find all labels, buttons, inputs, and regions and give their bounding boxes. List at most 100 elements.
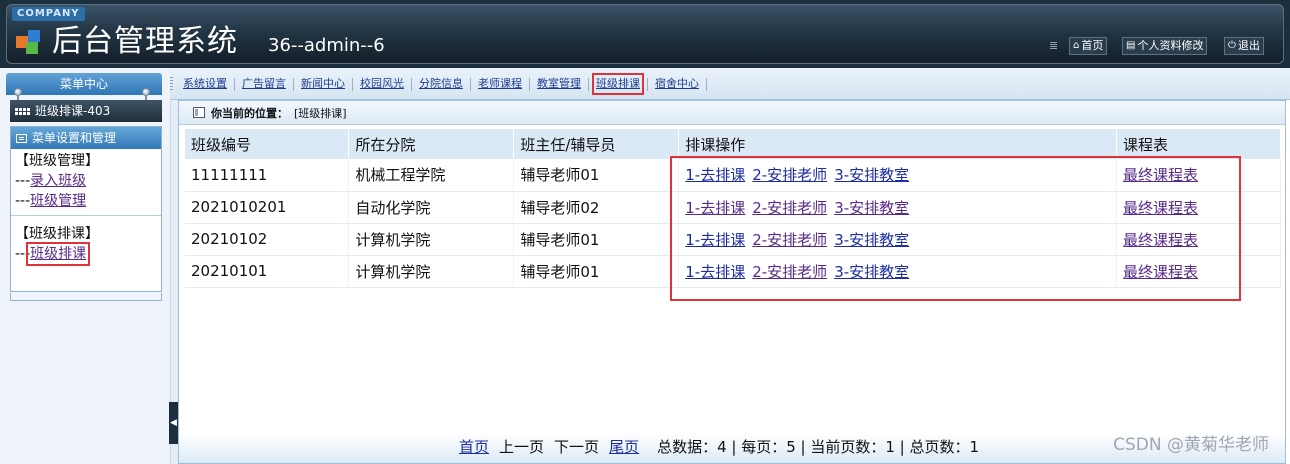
assign-teacher-link[interactable]: 2-安排老师	[752, 263, 827, 281]
sidebar-link-class-management[interactable]: 班级管理	[30, 193, 86, 209]
cell-college: 机械工程学院	[348, 159, 515, 192]
final-timetable-link[interactable]: 最终课程表	[1123, 263, 1198, 281]
menu-group-title: 【班级管理】	[15, 153, 99, 169]
logout-button-label: 退出	[1237, 39, 1260, 52]
cell-counselor: 辅导老师01	[513, 223, 680, 256]
cell-timetable: 最终课程表	[1116, 255, 1281, 288]
logout-button[interactable]: ⏻ 退出	[1224, 37, 1264, 55]
profile-edit-button-label: 个人资料修改	[1137, 39, 1204, 52]
nav-item-college-info[interactable]: 分院信息	[419, 77, 463, 91]
menu-link-row: ---录入班级	[15, 173, 87, 189]
nav-item-news-center[interactable]: 新闻中心	[301, 77, 345, 91]
cell-college: 计算机学院	[348, 255, 515, 288]
cell-actions: 1-去排课 2-安排老师 3-安排教室	[678, 159, 1118, 192]
column-header-schedule-actions: 排课操作	[678, 129, 1118, 159]
nav-divider	[293, 77, 294, 91]
cell-actions: 1-去排课 2-安排老师 3-安排教室	[678, 255, 1118, 288]
cell-college: 计算机学院	[348, 223, 515, 256]
table-row: 20210102 计算机学院 辅导老师01 1-去排课 2-安排老师 3-安排教室 …	[185, 223, 1281, 256]
menu-box-header: 菜单设置和管理	[11, 127, 161, 149]
nav-divider	[706, 77, 707, 91]
pager-last-link[interactable]: 尾页	[609, 436, 639, 457]
nav-divider	[588, 77, 589, 91]
assign-classroom-link[interactable]: 3-安排教室	[834, 166, 909, 184]
cell-counselor: 辅导老师02	[513, 191, 680, 224]
collapse-sidebar-icon[interactable]: ◀	[169, 402, 178, 444]
cell-counselor: 辅导老师01	[513, 255, 680, 288]
menu-link-row: ---班级排课	[15, 242, 91, 266]
sidebar-link-add-class[interactable]: 录入班级	[30, 173, 86, 189]
cell-class-id: 20210102	[185, 223, 350, 256]
column-header-college: 所在分院	[348, 129, 515, 159]
menu-box-footer	[10, 293, 162, 301]
assign-classroom-link[interactable]: 3-安排教室	[834, 263, 909, 281]
final-timetable-link[interactable]: 最终课程表	[1123, 199, 1198, 217]
pagination: 首页 上一页 下一页 尾页 总数据：4 | 每页：5 | 当前页数：1 | 总页…	[459, 436, 979, 457]
watermark: CSDN @黄菊华老师	[1113, 435, 1269, 455]
pager-stats: 总数据：4 | 每页：5 | 当前页数：1 | 总页数：1	[657, 438, 980, 456]
nav-item-ads-messages[interactable]: 广告留言	[242, 77, 286, 91]
cell-actions: 1-去排课 2-安排老师 3-安排教室	[678, 191, 1118, 224]
table-row: 11111111 机械工程学院 辅导老师01 1-去排课 2-安排老师 3-安排教室…	[185, 159, 1281, 192]
nav-item-campus-scenery[interactable]: 校园风光	[360, 77, 404, 91]
cell-class-id: 11111111	[185, 159, 350, 192]
grid-icon	[15, 107, 30, 115]
logo-cubes-icon	[16, 30, 40, 54]
pager-next-label: 下一页	[554, 438, 600, 456]
column-header-class-id: 班级编号	[185, 129, 350, 159]
window-icon	[193, 107, 205, 118]
company-badge: COMPANY	[12, 7, 85, 21]
class-schedule-table: 班级编号 所在分院 班主任/辅导员 排课操作 课程表 11111111 机械工程…	[185, 129, 1281, 288]
cell-timetable: 最终课程表	[1116, 159, 1281, 192]
schedule-course-link[interactable]: 1-去排课	[685, 231, 745, 249]
schedule-course-link[interactable]: 1-去排课	[685, 263, 745, 281]
table-row: 2021010201 自动化学院 辅导老师02 1-去排课 2-安排老师 3-安排教…	[185, 191, 1281, 224]
assign-classroom-link[interactable]: 3-安排教室	[834, 231, 909, 249]
final-timetable-link[interactable]: 最终课程表	[1123, 231, 1198, 249]
cell-timetable: 最终课程表	[1116, 223, 1281, 256]
pager-first-link[interactable]: 首页	[459, 436, 489, 457]
nav-items: 系统设置 广告留言 新闻中心 校园风光 分院信息 老师课程 教室管理 班级排课 …	[183, 73, 714, 95]
menu-group-class-management: 【班级管理】 ---录入班级 ---班级管理	[11, 149, 161, 215]
cell-actions: 1-去排课 2-安排老师 3-安排教室	[678, 223, 1118, 256]
menu-icon	[16, 133, 27, 143]
nav-item-class-scheduling[interactable]: 班级排课	[592, 73, 644, 95]
main-content: 你当前的位置： [班级排课] 班级编号 所在分院 班主任/辅导员 排课操作 课程…	[178, 100, 1286, 464]
menu-divider	[11, 215, 161, 216]
cell-timetable: 最终课程表	[1116, 191, 1281, 224]
profile-edit-button[interactable]: ▤ 个人资料修改	[1122, 37, 1208, 55]
table-row: 20210101 计算机学院 辅导老师01 1-去排课 2-安排老师 3-安排教室 …	[185, 255, 1281, 288]
user-info: 36--admin--6	[268, 35, 385, 56]
nav-divider	[352, 77, 353, 91]
assign-teacher-link[interactable]: 2-安排老师	[752, 166, 827, 184]
menu-group-class-scheduling: 【班级排课】 ---班级排课	[11, 224, 161, 268]
module-tab-label: 班级排课-403	[35, 104, 111, 118]
nav-item-dormitory-center[interactable]: 宿舍中心	[655, 77, 699, 91]
breadcrumb-label: 你当前的位置：	[211, 106, 288, 120]
pager-prev-label: 上一页	[499, 438, 545, 456]
sidebar: 菜单中心 班级排课-403 菜单设置和管理 【班级管理】 ---录入班级 ---…	[0, 68, 170, 464]
column-header-counselor: 班主任/辅导员	[513, 129, 680, 159]
profile-icon: ▤	[1126, 40, 1136, 51]
nav-item-teacher-courses[interactable]: 老师课程	[478, 77, 522, 91]
assign-classroom-link[interactable]: 3-安排教室	[834, 199, 909, 217]
cell-college: 自动化学院	[348, 191, 515, 224]
nav-divider	[647, 77, 648, 91]
breadcrumb: 你当前的位置： [班级排课]	[179, 101, 1285, 125]
module-tab[interactable]: 班级排课-403	[10, 100, 162, 122]
schedule-course-link[interactable]: 1-去排课	[685, 166, 745, 184]
home-button[interactable]: ⌂ 首页	[1069, 37, 1108, 55]
assign-teacher-link[interactable]: 2-安排老师	[752, 199, 827, 217]
menu-center-title: 菜单中心	[6, 73, 162, 95]
nav-divider	[470, 77, 471, 91]
power-icon: ⏻	[1228, 40, 1236, 51]
final-timetable-link[interactable]: 最终课程表	[1123, 166, 1198, 184]
cell-counselor: 辅导老师01	[513, 159, 680, 192]
nav-item-system-settings[interactable]: 系统设置	[183, 77, 227, 91]
nav-divider	[234, 77, 235, 91]
nav-item-classroom-management[interactable]: 教室管理	[537, 77, 581, 91]
sidebar-link-class-scheduling[interactable]: 班级排课	[26, 242, 91, 266]
assign-teacher-link[interactable]: 2-安排老师	[752, 231, 827, 249]
menu-group-title: 【班级排课】	[15, 226, 99, 242]
schedule-course-link[interactable]: 1-去排课	[685, 199, 745, 217]
